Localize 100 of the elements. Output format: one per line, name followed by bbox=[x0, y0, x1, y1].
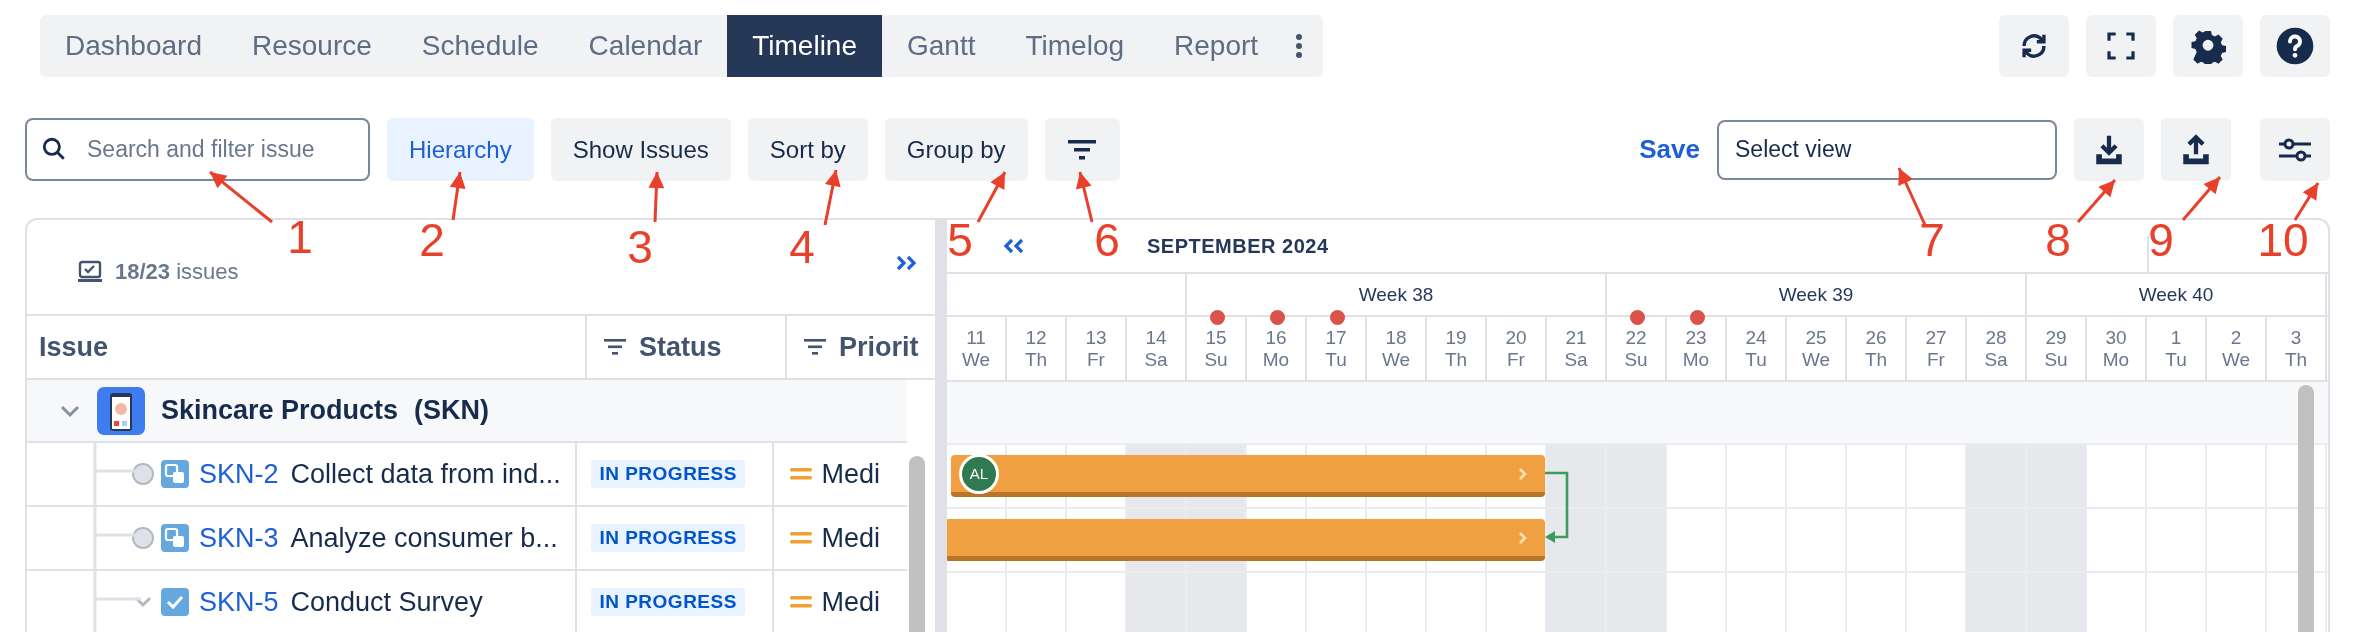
annotation-arrow bbox=[1897, 167, 1927, 226]
day-label: 2 We bbox=[2221, 326, 2251, 371]
issue-key[interactable]: SKN-5 bbox=[199, 586, 279, 618]
tab[interactable]: Resource bbox=[227, 15, 397, 77]
chevron-icon[interactable] bbox=[59, 403, 81, 418]
search-icon bbox=[41, 136, 67, 162]
help-button[interactable] bbox=[2260, 15, 2330, 77]
annotation-arrow bbox=[823, 169, 841, 226]
day-label: 26 Th bbox=[1864, 326, 1888, 371]
subtask-icon bbox=[161, 460, 189, 488]
week-label: Week 39 bbox=[1778, 283, 1854, 306]
tab[interactable]: Gantt bbox=[882, 15, 1001, 77]
sliders-button[interactable] bbox=[2260, 118, 2330, 181]
filter-button[interactable] bbox=[1044, 118, 1120, 181]
upload-button[interactable] bbox=[2161, 118, 2231, 181]
day-label: 22 Su bbox=[1624, 326, 1648, 371]
status-lozenge: IN PROGRESS bbox=[591, 460, 745, 488]
annotation-number: 6 bbox=[1094, 217, 1120, 263]
save-link[interactable]: Save bbox=[1639, 134, 1700, 165]
settings-button[interactable] bbox=[2173, 15, 2243, 77]
tab[interactable]: Report bbox=[1149, 15, 1284, 77]
annotation-number: 10 bbox=[2257, 217, 2309, 263]
column-header[interactable]: Priorit bbox=[839, 331, 919, 363]
issue-summary: Conduct Survey bbox=[290, 586, 483, 618]
day-label: 11 We bbox=[961, 326, 991, 371]
project-avatar-icon bbox=[97, 386, 145, 435]
fullscreen-icon bbox=[2105, 30, 2137, 62]
priority-icon bbox=[789, 530, 812, 546]
search-field[interactable]: Search and filter issue bbox=[25, 118, 370, 181]
day-label: 30 Mo bbox=[2102, 326, 2130, 371]
toolbar-button[interactable]: Sort by bbox=[747, 118, 868, 181]
column-header[interactable]: Issue bbox=[39, 331, 109, 363]
day-label: 28 Sa bbox=[1984, 326, 2008, 371]
annotation-number: 5 bbox=[947, 217, 973, 263]
expand-icon[interactable] bbox=[1001, 237, 1025, 255]
fullscreen-button[interactable] bbox=[2086, 15, 2156, 77]
chevron-icon bbox=[1517, 529, 1529, 546]
day-label: 18 We bbox=[1381, 326, 1411, 371]
gear-icon bbox=[2190, 28, 2226, 64]
toolbar-button[interactable]: Hierarchy bbox=[387, 118, 534, 181]
toolbar-button[interactable]: Show Issues bbox=[550, 118, 731, 181]
tab[interactable]: Calendar bbox=[563, 15, 728, 77]
toolbar-button[interactable]: Group by bbox=[884, 118, 1028, 181]
annotation-arrow bbox=[1075, 171, 1094, 223]
day-label: 23 Mo bbox=[1682, 326, 1710, 371]
annotation-number: 4 bbox=[789, 224, 815, 270]
annotation-arrow bbox=[2293, 182, 2320, 221]
annotation-number: 2 bbox=[419, 217, 445, 263]
annotation-number: 9 bbox=[2148, 217, 2174, 263]
day-label: 16 Mo bbox=[1262, 326, 1290, 371]
annotation-arrow bbox=[209, 170, 273, 224]
subtask-icon bbox=[161, 524, 189, 552]
annotation-number: 7 bbox=[1919, 217, 1945, 263]
week-label: Week 40 bbox=[2138, 283, 2214, 306]
day-label: 21 Sa bbox=[1564, 326, 1588, 371]
filter-icon bbox=[1067, 138, 1098, 161]
annotation-arrow bbox=[976, 171, 1007, 223]
tab[interactable]: Dashboard bbox=[40, 15, 227, 77]
help-icon bbox=[2275, 26, 2315, 66]
annotation-arrow bbox=[648, 171, 665, 223]
day-label: 3 Th bbox=[2284, 326, 2308, 371]
annotation-number: 1 bbox=[287, 214, 313, 260]
filter-icon[interactable] bbox=[803, 338, 827, 356]
annotation-arrow bbox=[2076, 179, 2117, 223]
day-label: 29 Su bbox=[2044, 326, 2068, 371]
annotation-arrow bbox=[2181, 176, 2222, 221]
view-select[interactable]: Select view bbox=[1717, 119, 2057, 180]
day-label: 20 Fr bbox=[1505, 326, 1527, 371]
priority-text: Medi bbox=[821, 586, 881, 618]
project-key: (SKN) bbox=[414, 395, 490, 426]
tab[interactable]: Timeline bbox=[727, 15, 882, 77]
collapse-icon[interactable] bbox=[895, 254, 919, 272]
tab[interactable]: Schedule bbox=[396, 15, 564, 77]
column-header[interactable]: Status bbox=[639, 331, 722, 363]
day-label: 17 Tu bbox=[1325, 326, 1347, 371]
annotation-number: 8 bbox=[2045, 217, 2071, 263]
status-lozenge: IN PROGRESS bbox=[591, 588, 745, 616]
issue-summary: Collect data from ind... bbox=[290, 458, 561, 490]
node-circle-icon bbox=[131, 462, 155, 486]
issues-icon bbox=[77, 260, 103, 284]
scrollbar[interactable] bbox=[909, 456, 925, 632]
node-circle-icon bbox=[131, 526, 155, 550]
priority-icon bbox=[789, 594, 812, 610]
issue-key[interactable]: SKN-2 bbox=[199, 458, 279, 490]
day-label: 13 Fr bbox=[1085, 326, 1107, 371]
day-label: 25 We bbox=[1801, 326, 1831, 371]
annotation-arrow bbox=[449, 171, 466, 221]
chevron-icon bbox=[1517, 465, 1529, 482]
project-name: Skincare Products bbox=[161, 395, 399, 426]
tab[interactable]: Timelog bbox=[1000, 15, 1150, 77]
day-label: 19 Th bbox=[1444, 326, 1468, 371]
task-bar[interactable]: AL bbox=[951, 455, 1545, 497]
filter-icon[interactable] bbox=[603, 338, 627, 356]
issue-count: 18/23 issues bbox=[115, 259, 239, 285]
download-button[interactable] bbox=[2074, 118, 2144, 181]
refresh-button[interactable] bbox=[1999, 15, 2069, 77]
priority-text: Medi bbox=[821, 458, 881, 490]
more-icon[interactable] bbox=[1295, 33, 1304, 59]
issue-key[interactable]: SKN-3 bbox=[199, 522, 279, 554]
task-icon bbox=[161, 588, 189, 616]
